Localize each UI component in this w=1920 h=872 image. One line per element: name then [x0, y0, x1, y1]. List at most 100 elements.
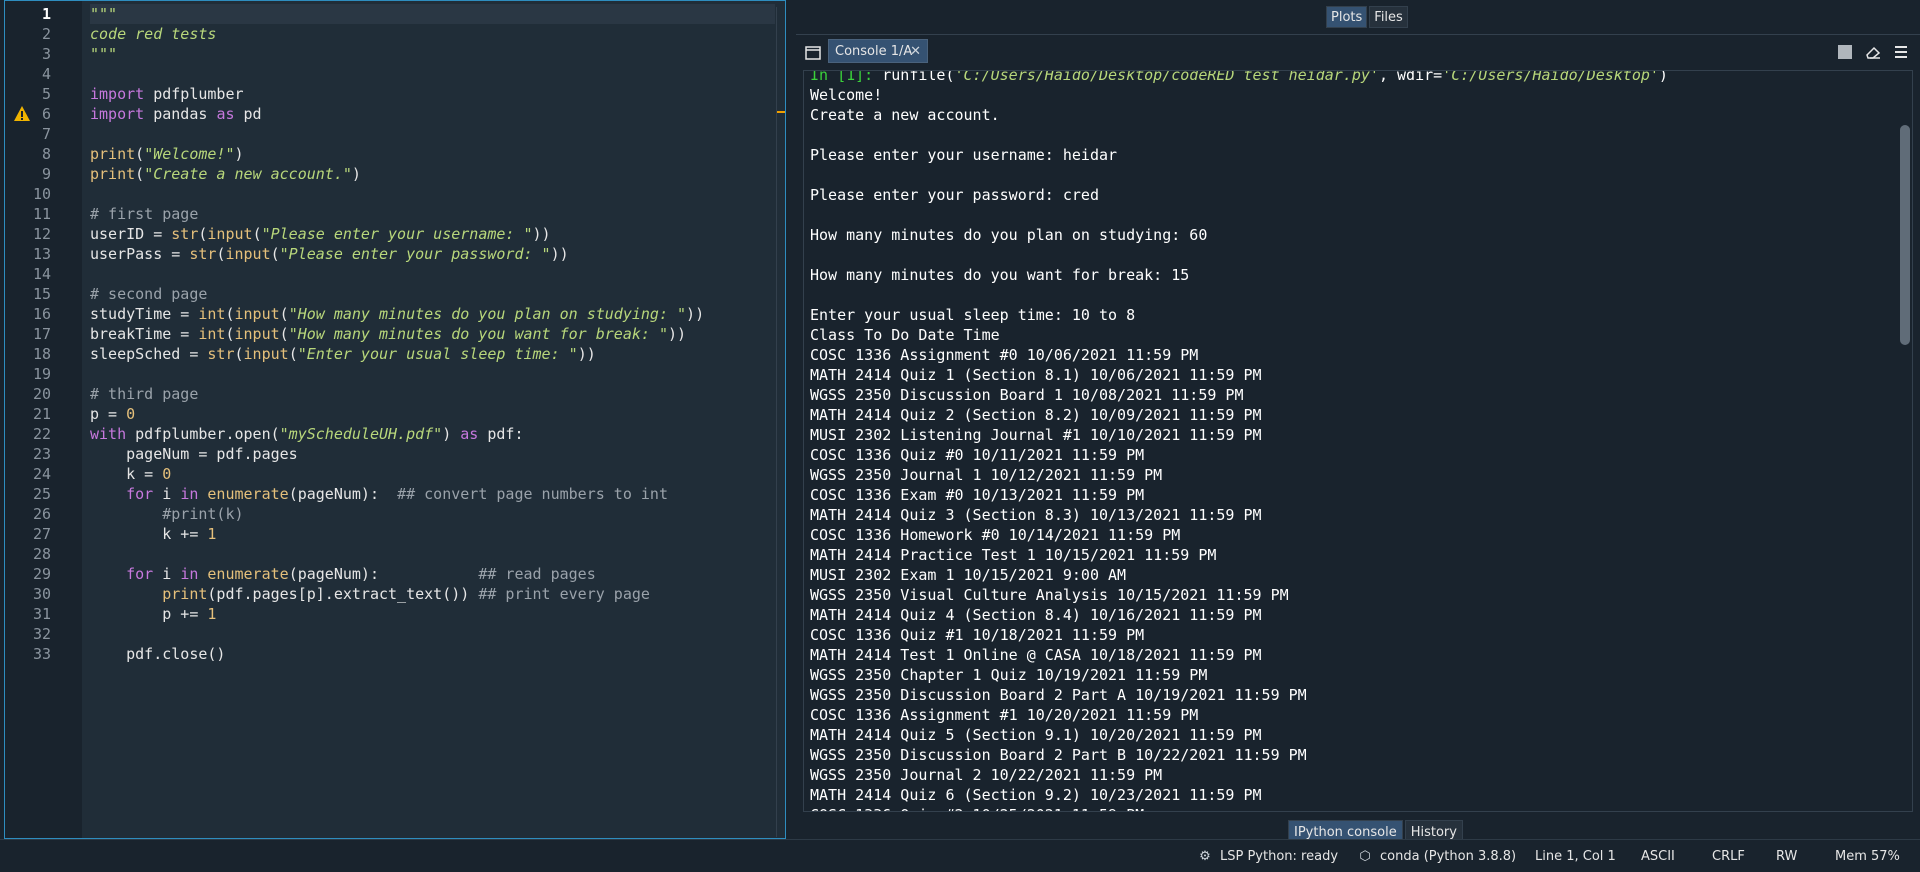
- line-number: 33: [32, 645, 51, 663]
- code-line[interactable]: p = 0: [90, 404, 135, 424]
- console-output-line: COSC 1336 Quiz #0 10/11/2021 11:59 PM: [810, 446, 1145, 464]
- console-output-line: MATH 2414 Quiz 4 (Section 8.4) 10/16/202…: [810, 606, 1262, 624]
- tab-plots[interactable]: Plots: [1326, 6, 1368, 28]
- conda-env-status[interactable]: ⬡ conda (Python 3.8.8): [1358, 849, 1516, 864]
- menu-icon[interactable]: [1892, 43, 1910, 61]
- code-line[interactable]: """: [90, 4, 117, 24]
- line-number: 11: [32, 205, 51, 223]
- console-tab-label: Console 1/A: [835, 44, 913, 59]
- console-output-line: MUSI 2302 Listening Journal #1 10/10/202…: [810, 426, 1262, 444]
- console-output-line: Create a new account.: [810, 106, 1000, 124]
- code-line[interactable]: import pandas as pd: [90, 104, 262, 124]
- console-output-line: WGSS 2350 Discussion Board 1 10/08/2021 …: [810, 386, 1244, 404]
- line-number: 10: [32, 185, 51, 203]
- line-number: 17: [32, 325, 51, 343]
- window-icon[interactable]: [804, 44, 822, 62]
- conda-label: conda (Python 3.8.8): [1380, 849, 1517, 864]
- console-output-line: Class To Do Date Time: [810, 326, 1000, 344]
- console-output-line: Please enter your password: cred: [810, 186, 1099, 204]
- line-number: 29: [32, 565, 51, 583]
- code-line[interactable]: k += 1: [90, 524, 216, 544]
- line-number: 15: [32, 285, 51, 303]
- code-line[interactable]: print("Create a new account."): [90, 164, 361, 184]
- console-output-line: WGSS 2350 Journal 2 10/22/2021 11:59 PM: [810, 766, 1163, 784]
- memory-usage: Mem 57%: [1835, 849, 1900, 864]
- warning-marker[interactable]: [777, 111, 785, 113]
- line-number: 9: [41, 165, 51, 183]
- code-line[interactable]: #print(k): [90, 504, 243, 524]
- console-output-line: Please enter your username: heidar: [810, 146, 1118, 164]
- line-number: 32: [32, 625, 51, 643]
- code-line[interactable]: p += 1: [90, 604, 216, 624]
- close-icon[interactable]: ✕: [910, 40, 921, 64]
- console-output-line: WGSS 2350 Visual Culture Analysis 10/15/…: [810, 586, 1289, 604]
- scrollbar-thumb[interactable]: [1900, 125, 1910, 345]
- line-number: 24: [32, 465, 51, 483]
- eraser-icon[interactable]: [1864, 43, 1882, 61]
- line-number: 12: [32, 225, 51, 243]
- package-icon: ⬡: [1359, 849, 1371, 864]
- code-line[interactable]: k = 0: [90, 464, 171, 484]
- code-line[interactable]: for i in enumerate(pageNum): ## convert …: [90, 484, 668, 504]
- lsp-status-label: LSP Python: ready: [1220, 849, 1339, 864]
- console-input-line: In [1]: runfile('C:/Users/Haido/Desktop/…: [810, 70, 1668, 84]
- code-line[interactable]: userID = str(input("Please enter your us…: [90, 224, 551, 244]
- console-output-line: COSC 1336 Quiz #2 10/25/2021 11:59 PM: [810, 805, 1144, 811]
- code-line[interactable]: print(pdf.pages[p].extract_text()) ## pr…: [90, 584, 650, 604]
- console-scrollbar[interactable]: [1900, 75, 1910, 805]
- tab-console[interactable]: Console 1/A ✕: [828, 39, 928, 63]
- code-line[interactable]: import pdfplumber: [90, 84, 244, 104]
- console-output-line: MATH 2414 Practice Test 1 10/15/2021 11:…: [810, 546, 1217, 564]
- code-line[interactable]: with pdfplumber.open("myScheduleUH.pdf")…: [90, 424, 524, 444]
- file-permissions: RW: [1776, 849, 1798, 864]
- code-line[interactable]: print("Welcome!"): [90, 144, 244, 164]
- stop-icon[interactable]: [1836, 43, 1854, 61]
- code-line[interactable]: # second page: [90, 284, 207, 304]
- console-output-line: COSC 1336 Homework #0 10/14/2021 11:59 P…: [810, 526, 1181, 544]
- line-number: 14: [32, 265, 51, 283]
- lsp-icon: ⚙: [1199, 849, 1211, 864]
- cursor-position: Line 1, Col 1: [1535, 849, 1616, 864]
- console-output-line: How many minutes do you want for break: …: [810, 266, 1190, 284]
- line-number: 7: [41, 125, 51, 143]
- editor-pane[interactable]: 1 """ 2 code red tests 3 """ 4 5 import pdfplumb…: [4, 0, 786, 839]
- console-output-line: COSC 1336 Exam #0 10/13/2021 11:59 PM: [810, 486, 1145, 504]
- code-line[interactable]: studyTime = int(input("How many minutes …: [90, 304, 704, 324]
- console-output-line: MUSI 2302 Exam 1 10/15/2021 9:00 AM: [810, 566, 1127, 584]
- line-number: 23: [32, 445, 51, 463]
- line-number: 20: [32, 385, 51, 403]
- line-number: 13: [32, 245, 51, 263]
- code-line[interactable]: # third page: [90, 384, 198, 404]
- line-number: 1: [41, 5, 51, 23]
- console-output-line: How many minutes do you plan on studying…: [810, 226, 1208, 244]
- editor-edge-line: [776, 7, 777, 837]
- code-line[interactable]: userPass = str(input("Please enter your …: [90, 244, 569, 264]
- code-line[interactable]: breakTime = int(input("How many minutes …: [90, 324, 686, 344]
- console-output-line: MATH 2414 Quiz 2 (Section 8.2) 10/09/202…: [810, 406, 1262, 424]
- code-line[interactable]: """: [90, 44, 117, 64]
- code-line[interactable]: pageNum = pdf.pages: [90, 444, 298, 464]
- code-line[interactable]: code red tests: [90, 24, 216, 44]
- line-number: 26: [32, 505, 51, 523]
- console-output-line: Enter your usual sleep time: 10 to 8: [810, 306, 1136, 324]
- status-bar: ⚙ LSP Python: ready ⬡ conda (Python 3.8.8)…: [0, 839, 1920, 872]
- line-number: 3: [41, 45, 51, 63]
- tab-files[interactable]: Files: [1369, 6, 1408, 28]
- line-number: 16: [32, 305, 51, 323]
- console-output-line: WGSS 2350 Discussion Board 2 Part B 10/2…: [810, 746, 1307, 764]
- line-number: 2: [41, 25, 51, 43]
- code-line[interactable]: sleepSched = str(input("Enter your usual…: [90, 344, 596, 364]
- ipython-console[interactable]: In [1]: runfile('C:/Users/Haido/Desktop/…: [803, 70, 1913, 812]
- line-number: 8: [41, 145, 51, 163]
- code-line[interactable]: # first page: [90, 204, 198, 224]
- plots-files-pane-header: Plots Files: [796, 0, 1920, 35]
- code-line[interactable]: pdf.close(): [90, 644, 225, 664]
- warning-icon[interactable]: [13, 105, 31, 123]
- console-output-line: WGSS 2350 Discussion Board 2 Part A 10/1…: [810, 686, 1307, 704]
- code-line[interactable]: for i in enumerate(pageNum): ## read pag…: [90, 564, 596, 584]
- console-output-line: MATH 2414 Quiz 5 (Section 9.1) 10/20/202…: [810, 726, 1262, 744]
- console-output-line: MATH 2414 Quiz 3 (Section 8.3) 10/13/202…: [810, 506, 1262, 524]
- lsp-status[interactable]: ⚙ LSP Python: ready: [1198, 849, 1338, 864]
- console-output-line: COSC 1336 Assignment #1 10/20/2021 11:59…: [810, 706, 1199, 724]
- line-number: 30: [32, 585, 51, 603]
